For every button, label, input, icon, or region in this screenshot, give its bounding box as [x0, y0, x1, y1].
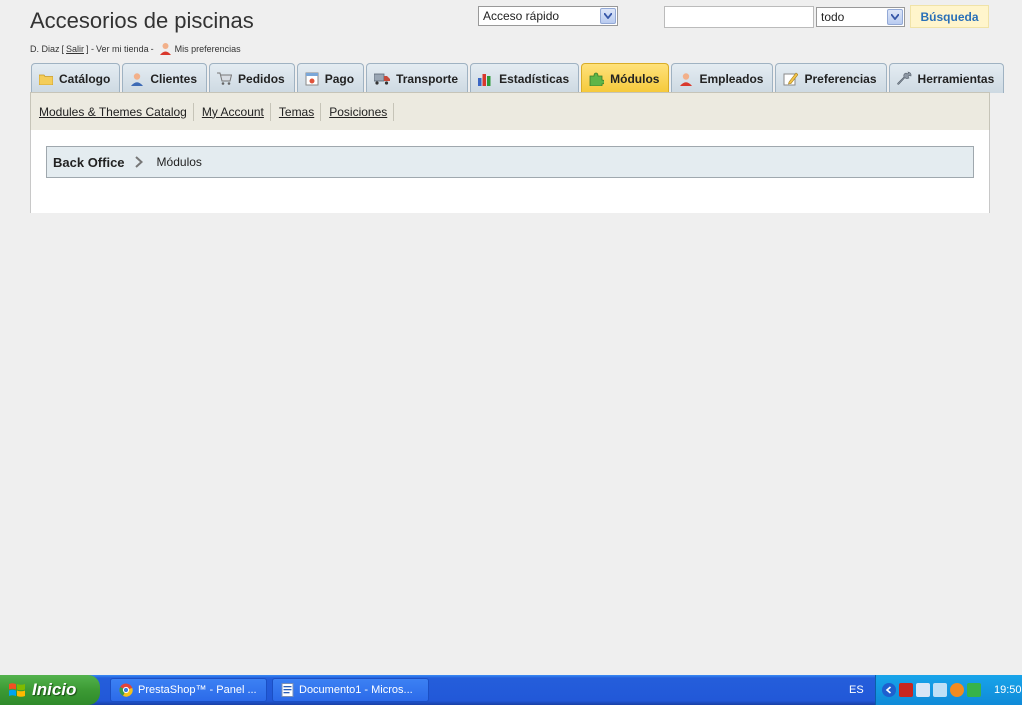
clock: 19:50	[994, 684, 1022, 696]
taskbar-item-documento[interactable]: Documento1 - Micros...	[272, 678, 429, 702]
tab-catalogo[interactable]: Catálogo	[31, 63, 121, 93]
chevron-down-icon[interactable]	[600, 8, 616, 24]
search-scope-select[interactable]: todo	[816, 7, 905, 27]
preferences-icon	[783, 72, 799, 86]
tab-clientes[interactable]: Clientes	[122, 63, 208, 93]
preferences-link[interactable]: Mis preferencias	[159, 42, 241, 55]
chevron-down-icon[interactable]	[887, 9, 903, 25]
tab-label: Pedidos	[238, 71, 285, 86]
user-icon	[131, 72, 144, 86]
quick-access-select[interactable]: Acceso rápido	[478, 6, 618, 26]
tab-herramientas[interactable]: Herramientas	[888, 63, 1005, 93]
subtab-posiciones[interactable]: Posiciones	[327, 102, 395, 121]
wrench-icon	[896, 71, 911, 85]
quick-access-value: Acceso rápido	[483, 9, 560, 23]
chart-icon	[478, 73, 491, 86]
system-tray: 19:50	[875, 675, 1022, 705]
shop-title: Accesorios de piscinas	[30, 8, 254, 33]
logout-link[interactable]: Salir	[66, 44, 84, 54]
tab-estadisticas[interactable]: Estadísticas	[470, 63, 580, 93]
tab-modulos[interactable]: Módulos	[581, 63, 670, 93]
taskbar-item-prestashop[interactable]: PrestaShop™ - Panel ...	[110, 678, 267, 702]
view-store-link[interactable]: Ver mi tienda	[96, 44, 149, 54]
content-panel: Back Office Módulos	[30, 130, 990, 213]
tab-pedidos[interactable]: Pedidos	[209, 63, 295, 93]
search-scope-value: todo	[821, 10, 845, 24]
tab-label: Módulos	[610, 71, 660, 86]
truck-icon	[374, 73, 391, 85]
cart-icon	[217, 72, 233, 85]
user-name: D. Diaz	[30, 43, 60, 54]
windows-taskbar: Inicio PrestaShop™ - Panel ... Documento…	[0, 675, 1022, 705]
dropbox-icon[interactable]	[933, 683, 947, 697]
tab-empleados[interactable]: Empleados	[671, 63, 774, 93]
tab-label: Pago	[324, 71, 355, 86]
search-input[interactable]	[664, 6, 814, 28]
puzzle-icon	[589, 72, 605, 86]
subtab-my-account[interactable]: My Account	[200, 102, 271, 121]
tab-pago[interactable]: Pago	[296, 63, 365, 93]
word-document-icon	[281, 683, 294, 697]
chevron-right-icon	[134, 156, 143, 168]
search-button[interactable]: Búsqueda	[910, 5, 989, 28]
sub-navigation: Modules & Themes Catalog My Account Tema…	[30, 92, 990, 131]
tab-label: Estadísticas	[499, 71, 570, 86]
folder-icon	[39, 74, 53, 85]
windows-logo-icon	[9, 683, 25, 697]
tab-label: Herramientas	[917, 71, 995, 86]
payment-icon	[305, 72, 319, 85]
breadcrumb: Back Office Módulos	[46, 146, 974, 178]
language-indicator[interactable]: ES	[849, 684, 864, 696]
taskbar-item-label: PrestaShop™ - Panel ...	[138, 684, 257, 696]
user-icon	[159, 43, 171, 55]
pdf-icon[interactable]	[899, 683, 913, 697]
tab-label: Preferencias	[804, 71, 877, 86]
tab-label: Empleados	[699, 71, 764, 86]
subtab-temas[interactable]: Temas	[277, 102, 322, 121]
breadcrumb-root[interactable]: Back Office	[53, 155, 125, 170]
tab-transporte[interactable]: Transporte	[366, 63, 469, 93]
breadcrumb-current: Módulos	[156, 155, 202, 169]
main-tabs: Catálogo Clientes Pedidos Pago Transport…	[31, 63, 1005, 93]
tab-label: Catálogo	[59, 71, 111, 86]
tab-label: Transporte	[396, 71, 459, 86]
employee-icon	[680, 72, 693, 86]
tab-preferencias[interactable]: Preferencias	[775, 63, 887, 93]
preferences-label: Mis preferencias	[174, 43, 241, 54]
chrome-icon	[119, 683, 133, 697]
subtab-modules-themes-catalog[interactable]: Modules & Themes Catalog	[37, 102, 194, 121]
antivirus-icon[interactable]	[950, 683, 964, 697]
start-label: Inicio	[32, 680, 77, 699]
user-line: D. Diaz [ Salir ] - Ver mi tienda - Mis …	[30, 42, 241, 55]
network-icon[interactable]	[916, 683, 930, 697]
start-button[interactable]: Inicio	[0, 675, 100, 705]
update-icon[interactable]	[967, 683, 981, 697]
arrow-left-icon[interactable]	[882, 683, 896, 697]
taskbar-item-label: Documento1 - Micros...	[299, 684, 413, 696]
tab-label: Clientes	[150, 71, 198, 86]
